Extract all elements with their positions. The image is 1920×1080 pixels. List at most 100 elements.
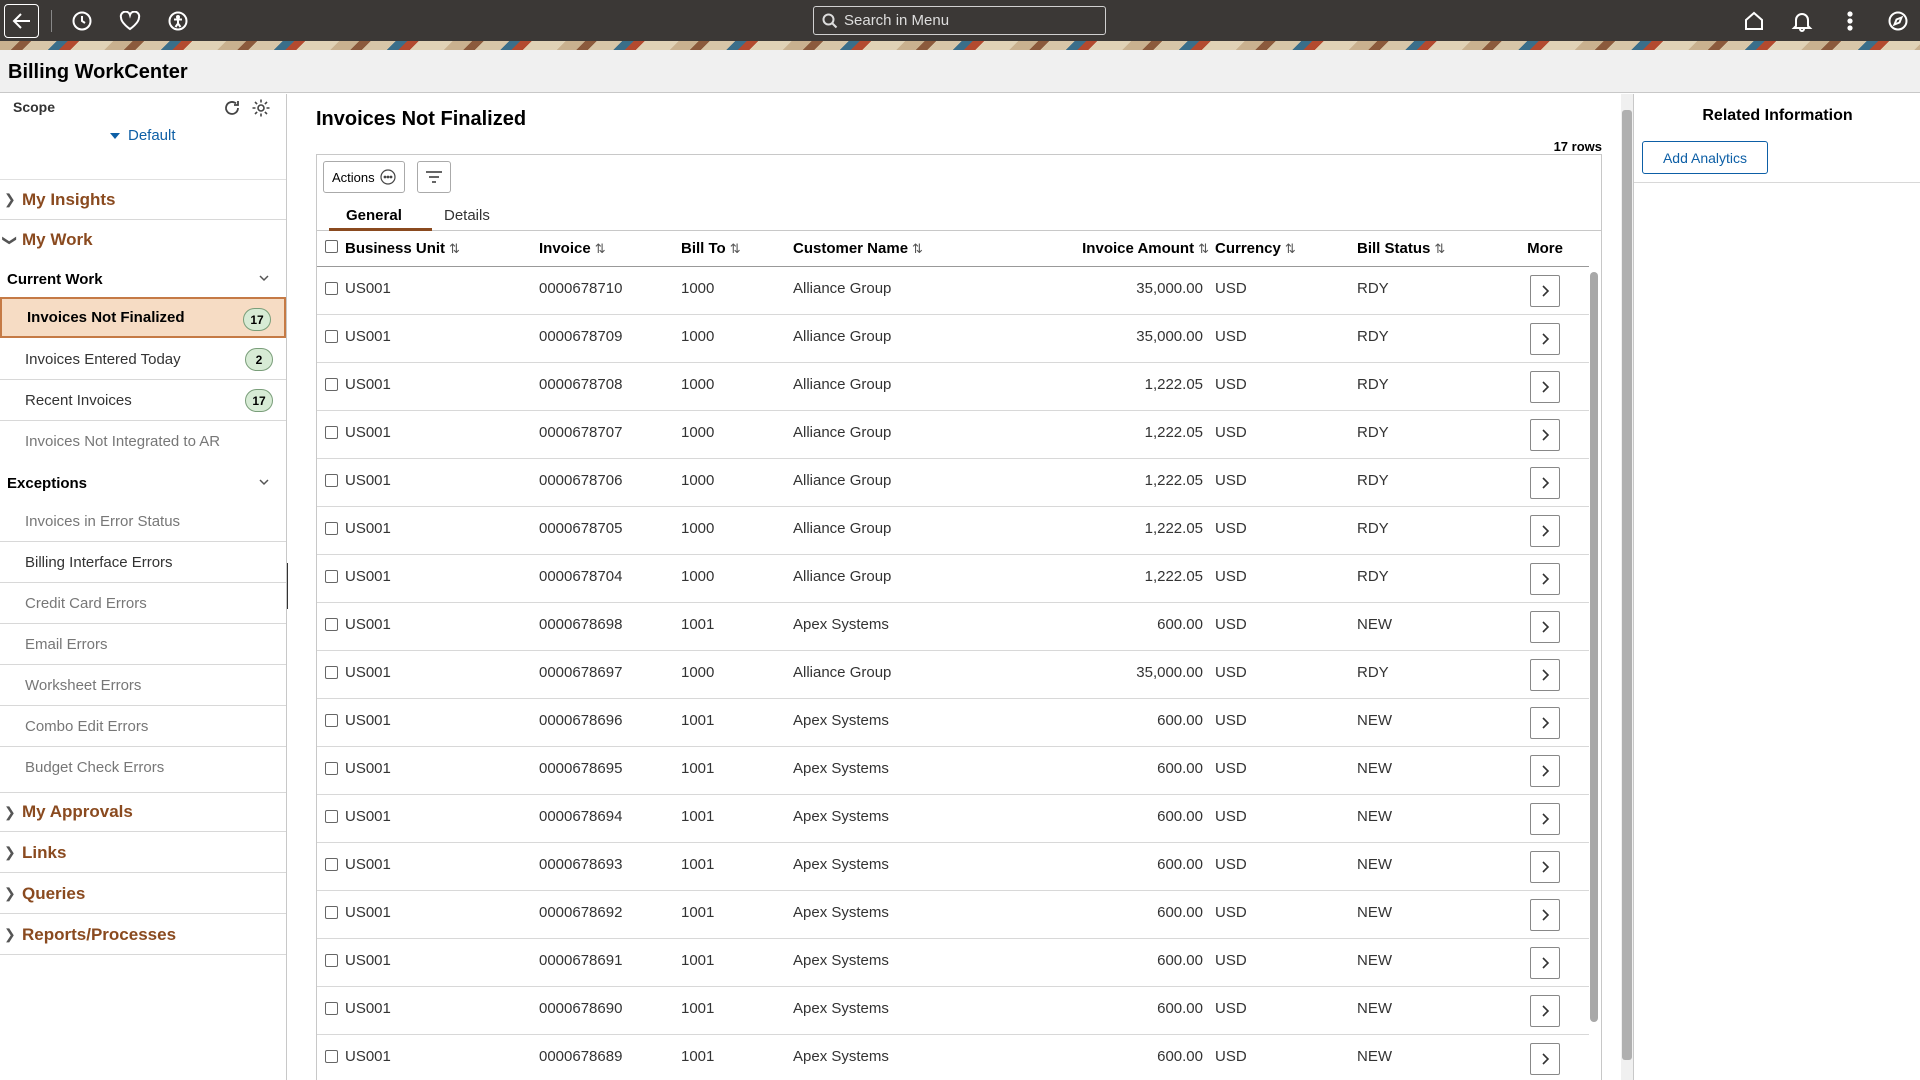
section-my-work[interactable]: ❯ My Work	[0, 220, 286, 260]
invoice-amount-cell: 600.00	[1157, 999, 1203, 1017]
favorites-button[interactable]	[113, 4, 147, 38]
group-exceptions[interactable]: Exceptions	[0, 465, 286, 501]
nav-item-invoices-entered-today[interactable]: Invoices Entered Today 2	[0, 339, 286, 380]
section-links[interactable]: ❯ Links	[0, 833, 286, 873]
row-detail-button[interactable]	[1530, 466, 1560, 499]
row-detail-button[interactable]	[1530, 706, 1560, 739]
actions-button[interactable]: Actions	[323, 161, 405, 193]
table-row[interactable]: US001 0000678696 1001 Apex Systems 600.00 USD…	[317, 698, 1589, 746]
page-scrollbar[interactable]	[1621, 94, 1633, 1080]
scope-selector[interactable]: Default	[110, 127, 176, 144]
row-checkbox[interactable]	[325, 329, 338, 343]
row-checkbox[interactable]	[325, 809, 338, 823]
grid-scrollbar[interactable]	[1590, 272, 1598, 1080]
row-checkbox[interactable]	[325, 905, 338, 919]
column-header-currency[interactable]: Currency ⇅	[1215, 232, 1357, 266]
table-row[interactable]: US001 0000678710 1000 Alliance Group 35,000.…	[317, 266, 1589, 314]
row-checkbox[interactable]	[325, 761, 338, 775]
table-row[interactable]: US001 0000678698 1001 Apex Systems 600.00 USD…	[317, 602, 1589, 650]
table-row[interactable]: US001 0000678691 1001 Apex Systems 600.00 USD…	[317, 938, 1589, 986]
row-checkbox[interactable]	[325, 713, 338, 727]
row-detail-button[interactable]	[1530, 610, 1560, 643]
settings-button[interactable]	[251, 98, 271, 122]
table-row[interactable]: US001 0000678708 1000 Alliance Group 1,222.0…	[317, 362, 1589, 410]
column-header-invoice[interactable]: Invoice ⇅	[539, 232, 681, 266]
row-checkbox[interactable]	[325, 1001, 338, 1015]
search-menu-input[interactable]: Search in Menu	[813, 6, 1106, 35]
row-detail-button[interactable]	[1530, 274, 1560, 307]
row-detail-button[interactable]	[1530, 754, 1560, 787]
row-checkbox[interactable]	[325, 569, 338, 583]
table-row[interactable]: US001 0000678692 1001 Apex Systems 600.00 USD…	[317, 890, 1589, 938]
nav-item-budget-check-errors[interactable]: Budget Check Errors	[0, 747, 286, 788]
navbar-button[interactable]	[1881, 4, 1915, 38]
table-row[interactable]: US001 0000678695 1001 Apex Systems 600.00 USD…	[317, 746, 1589, 794]
row-detail-button[interactable]	[1530, 994, 1560, 1027]
tab-details[interactable]: Details	[444, 207, 490, 224]
row-checkbox[interactable]	[325, 521, 338, 535]
column-header-bill-status[interactable]: Bill Status ⇅	[1357, 232, 1501, 266]
row-detail-button[interactable]	[1530, 946, 1560, 979]
tab-general[interactable]: General	[346, 207, 402, 224]
table-row[interactable]: US001 0000678707 1000 Alliance Group 1,222.0…	[317, 410, 1589, 458]
nav-item-invoices-in-error[interactable]: Invoices in Error Status	[0, 501, 286, 542]
row-detail-button[interactable]	[1530, 898, 1560, 931]
filter-button[interactable]	[417, 161, 451, 193]
row-checkbox[interactable]	[325, 425, 338, 439]
table-row[interactable]: US001 0000678706 1000 Alliance Group 1,222.0…	[317, 458, 1589, 506]
row-checkbox[interactable]	[325, 1049, 338, 1063]
notifications-button[interactable]	[1785, 4, 1819, 38]
section-queries[interactable]: ❯ Queries	[0, 874, 286, 914]
row-detail-button[interactable]	[1530, 322, 1560, 355]
section-my-approvals[interactable]: ❯ My Approvals	[0, 792, 286, 832]
row-detail-button[interactable]	[1530, 850, 1560, 883]
table-row[interactable]: US001 0000678704 1000 Alliance Group 1,222.0…	[317, 554, 1589, 602]
home-button[interactable]	[1737, 4, 1771, 38]
nav-item-combo-edit-errors[interactable]: Combo Edit Errors	[0, 706, 286, 747]
table-row[interactable]: US001 0000678697 1000 Alliance Group 35,000.…	[317, 650, 1589, 698]
section-my-insights[interactable]: ❯ My Insights	[0, 180, 286, 220]
row-detail-button[interactable]	[1530, 370, 1560, 403]
nav-item-email-errors[interactable]: Email Errors	[0, 624, 286, 665]
row-checkbox[interactable]	[325, 377, 338, 391]
refresh-button[interactable]	[222, 98, 242, 122]
nav-item-worksheet-errors[interactable]: Worksheet Errors	[0, 665, 286, 706]
recent-places-button[interactable]	[65, 4, 99, 38]
table-row[interactable]: US001 0000678709 1000 Alliance Group 35,000.…	[317, 314, 1589, 362]
back-button[interactable]	[4, 4, 39, 38]
add-analytics-button[interactable]: Add Analytics	[1642, 141, 1768, 174]
row-checkbox[interactable]	[325, 281, 338, 295]
table-row[interactable]: US001 0000678694 1001 Apex Systems 600.00 USD…	[317, 794, 1589, 842]
scrollbar-thumb[interactable]	[1622, 110, 1632, 1060]
row-checkbox[interactable]	[325, 857, 338, 871]
nav-item-credit-card-errors[interactable]: Credit Card Errors	[0, 583, 286, 624]
table-row[interactable]: US001 0000678705 1000 Alliance Group 1,222.0…	[317, 506, 1589, 554]
nav-item-invoices-not-finalized[interactable]: Invoices Not Finalized 17	[0, 297, 286, 338]
row-checkbox[interactable]	[325, 665, 338, 679]
column-header-customer-name[interactable]: Customer Name ⇅	[793, 232, 973, 266]
accessibility-button[interactable]	[161, 4, 195, 38]
row-detail-button[interactable]	[1530, 658, 1560, 691]
nav-item-recent-invoices[interactable]: Recent Invoices 17	[0, 380, 286, 421]
column-header-bill-to[interactable]: Bill To ⇅	[681, 232, 793, 266]
row-checkbox[interactable]	[325, 473, 338, 487]
column-header-business-unit[interactable]: Business Unit ⇅	[345, 232, 539, 266]
row-detail-button[interactable]	[1530, 1042, 1560, 1075]
row-checkbox[interactable]	[325, 953, 338, 967]
section-reports-processes[interactable]: ❯ Reports/Processes	[0, 915, 286, 955]
table-row[interactable]: US001 0000678690 1001 Apex Systems 600.00 USD…	[317, 986, 1589, 1034]
nav-item-invoices-not-integrated[interactable]: Invoices Not Integrated to AR	[0, 421, 286, 462]
group-current-work[interactable]: Current Work	[0, 261, 286, 297]
row-detail-button[interactable]	[1530, 802, 1560, 835]
row-detail-button[interactable]	[1530, 514, 1560, 547]
row-checkbox[interactable]	[325, 617, 338, 631]
table-row[interactable]: US001 0000678689 1001 Apex Systems 600.00 USD…	[317, 1034, 1589, 1080]
nav-item-billing-interface-errors[interactable]: Billing Interface Errors	[0, 542, 286, 583]
row-detail-button[interactable]	[1530, 562, 1560, 595]
actions-menu-button[interactable]	[1833, 4, 1867, 38]
column-header-invoice-amount[interactable]: Invoice Amount ⇅	[973, 232, 1215, 266]
scrollbar-thumb[interactable]	[1590, 272, 1598, 1022]
table-row[interactable]: US001 0000678693 1001 Apex Systems 600.00 USD…	[317, 842, 1589, 890]
select-all-checkbox[interactable]	[325, 240, 338, 254]
row-detail-button[interactable]	[1530, 418, 1560, 451]
